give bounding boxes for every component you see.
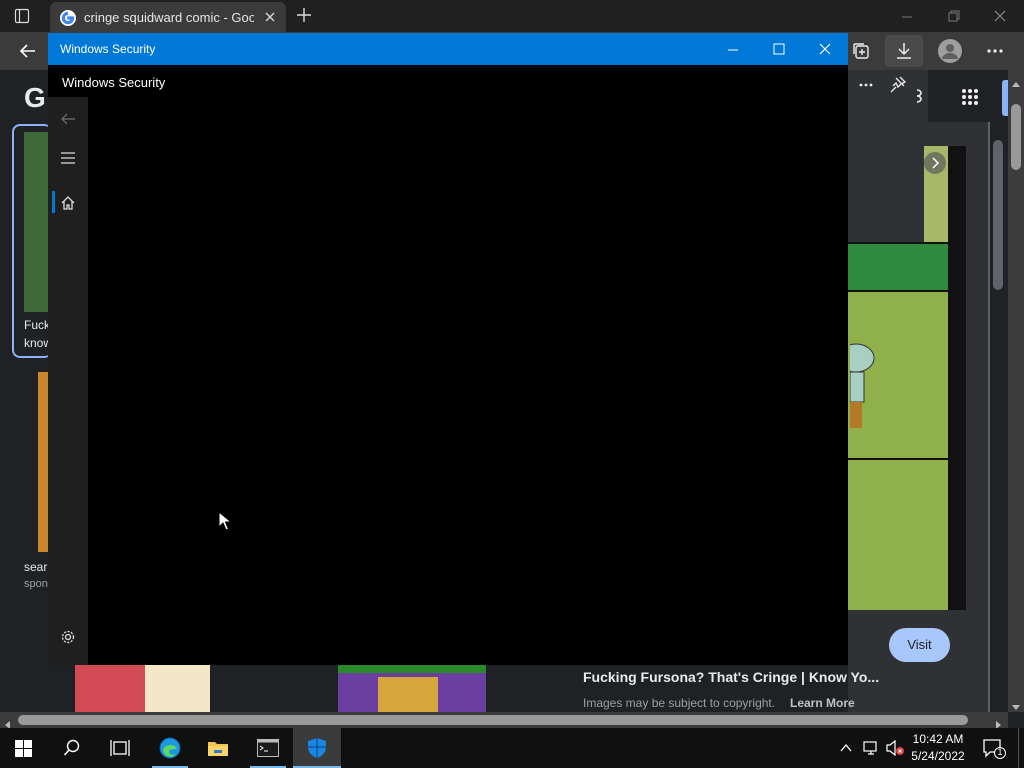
network-icon[interactable] bbox=[862, 739, 880, 762]
new-tab-icon[interactable] bbox=[296, 7, 312, 28]
taskbar: 10:42 AM 5/24/2022 1 bbox=[0, 728, 1024, 768]
tab-title: cringe squidward comic - Google bbox=[84, 10, 254, 25]
profile-avatar-icon[interactable] bbox=[938, 39, 962, 68]
file-explorer-button[interactable] bbox=[194, 728, 242, 768]
google-apps-icon[interactable] bbox=[961, 88, 979, 111]
clock-date[interactable]: 5/24/2022 bbox=[903, 749, 973, 763]
start-button[interactable] bbox=[0, 728, 48, 768]
vertical-scroll-thumb[interactable] bbox=[1011, 104, 1021, 170]
google-favicon-icon bbox=[60, 10, 76, 31]
show-hidden-icons-icon[interactable] bbox=[838, 740, 854, 761]
learn-more-link[interactable]: Learn More bbox=[790, 696, 855, 710]
window-title-bar[interactable]: Windows Security bbox=[48, 33, 848, 65]
result-card-text-1: Fuck bbox=[24, 318, 51, 332]
preview-image-bg bbox=[848, 146, 924, 242]
preview-image-frame bbox=[837, 146, 966, 610]
result-card-selected[interactable]: Fuck know bbox=[12, 124, 54, 358]
visit-button[interactable]: Visit bbox=[889, 628, 950, 662]
minimize-icon[interactable] bbox=[726, 43, 740, 61]
restore-browser-icon[interactable] bbox=[947, 9, 961, 28]
result-title[interactable]: Fucking Fursona? That's Cringe | Know Yo… bbox=[583, 669, 879, 685]
related-thumbnail-1[interactable] bbox=[75, 665, 210, 712]
related-thumbnail-2-center bbox=[378, 677, 438, 712]
scroll-up-icon[interactable] bbox=[1012, 76, 1020, 94]
preview-next-icon[interactable] bbox=[924, 152, 946, 179]
home-icon[interactable] bbox=[60, 195, 76, 216]
notification-count: 1 bbox=[997, 747, 1003, 757]
google-logo[interactable]: G bbox=[24, 82, 46, 114]
result-thumbnail-2[interactable] bbox=[38, 372, 48, 552]
copyright-notice: Images may be subject to copyright. bbox=[583, 696, 776, 710]
preview-scroll-thumb[interactable] bbox=[993, 140, 1003, 290]
downloads-button[interactable] bbox=[885, 35, 923, 67]
shield-icon bbox=[307, 737, 327, 764]
app-header-title: Windows Security bbox=[62, 75, 166, 90]
edge-icon bbox=[159, 737, 181, 764]
windows-security-window: Windows Security Windows Security bbox=[48, 33, 848, 665]
task-view-button[interactable] bbox=[96, 728, 144, 768]
back-icon[interactable] bbox=[18, 41, 38, 66]
preview-more-icon[interactable] bbox=[858, 78, 874, 97]
result-card2-text-1: sear bbox=[24, 560, 48, 574]
preview-image-panel-bottom bbox=[848, 460, 948, 610]
edge-taskbar-button[interactable] bbox=[146, 728, 194, 768]
search-button[interactable] bbox=[48, 728, 96, 768]
search-icon bbox=[63, 739, 81, 762]
tab-bar: cringe squidward comic - Google bbox=[0, 0, 1024, 32]
command-prompt-icon bbox=[257, 739, 279, 762]
tab-actions-icon[interactable] bbox=[14, 8, 30, 29]
result-card2-text-2: spon bbox=[24, 578, 48, 590]
show-desktop-button[interactable] bbox=[1018, 728, 1019, 768]
minimize-browser-icon[interactable] bbox=[900, 10, 914, 29]
volume-muted-icon[interactable] bbox=[885, 739, 905, 762]
preview-image-grass bbox=[848, 244, 948, 290]
clock-time[interactable]: 10:42 AM bbox=[903, 732, 973, 746]
navigation-rail bbox=[48, 97, 88, 665]
windows-logo-icon bbox=[15, 740, 32, 762]
windows-security-taskbar-button[interactable] bbox=[293, 728, 341, 768]
close-tab-icon[interactable] bbox=[264, 10, 276, 28]
scroll-down-icon[interactable] bbox=[1012, 698, 1020, 716]
close-browser-icon[interactable] bbox=[993, 9, 1007, 28]
maximize-icon[interactable] bbox=[772, 42, 786, 61]
ellipsis-apps-partial-icon bbox=[915, 87, 925, 110]
browser-tab[interactable]: cringe squidward comic - Google bbox=[50, 2, 286, 32]
back-icon[interactable] bbox=[59, 111, 77, 132]
collections-icon[interactable] bbox=[851, 41, 871, 66]
close-icon[interactable] bbox=[818, 42, 832, 61]
preview-scroll-track bbox=[988, 122, 990, 712]
related-thumbnail-1-right bbox=[145, 665, 210, 712]
pin-icon[interactable] bbox=[890, 76, 907, 99]
settings-icon[interactable] bbox=[60, 629, 76, 650]
horizontal-scroll-thumb[interactable] bbox=[18, 715, 968, 725]
terminal-button[interactable] bbox=[244, 728, 292, 768]
nav-selection-indicator bbox=[52, 191, 55, 213]
menu-icon[interactable] bbox=[60, 151, 76, 170]
related-thumbnail-2[interactable] bbox=[338, 665, 486, 712]
mouse-cursor-icon bbox=[218, 510, 233, 536]
more-options-icon[interactable] bbox=[986, 43, 1004, 64]
squidward-figure-icon bbox=[837, 342, 876, 437]
related-thumbnail-2-top bbox=[338, 665, 486, 673]
download-icon bbox=[894, 41, 914, 66]
task-view-icon bbox=[110, 739, 130, 762]
folder-icon bbox=[207, 739, 229, 762]
window-title: Windows Security bbox=[60, 42, 156, 56]
